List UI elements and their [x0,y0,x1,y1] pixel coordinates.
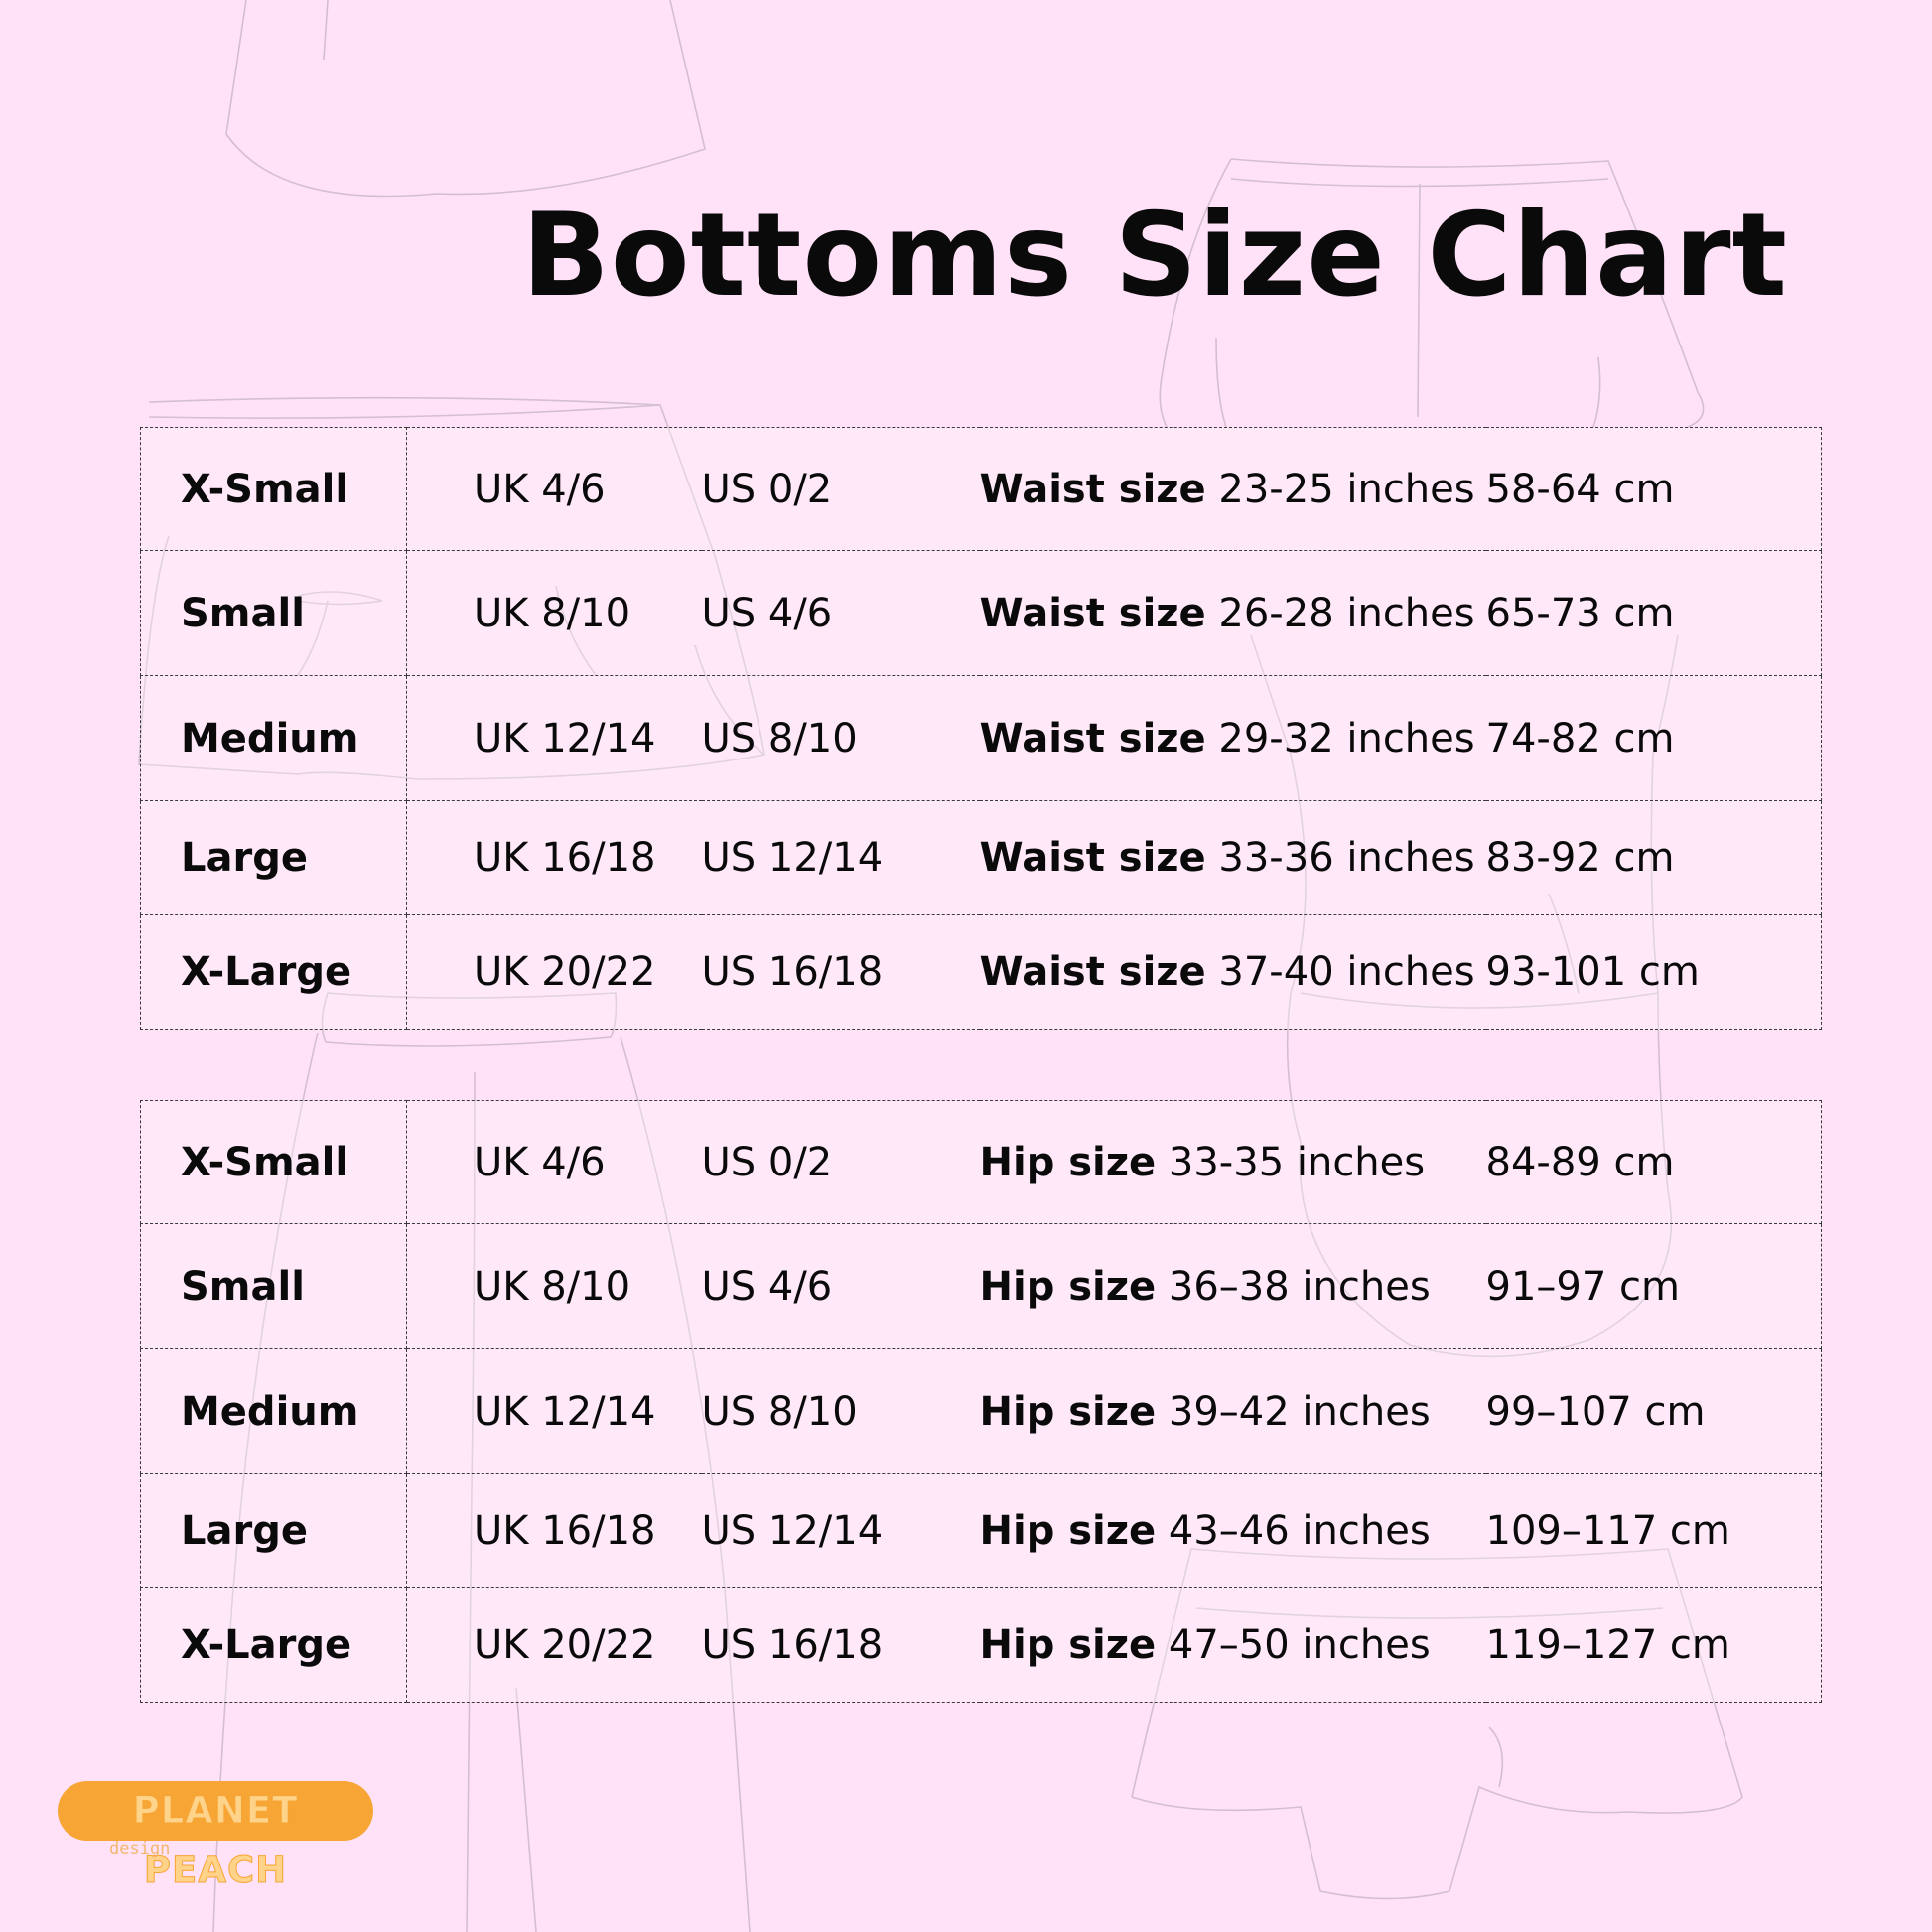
measurement-label: Hip size [979,1263,1157,1310]
table-row: Medium UK 12/14 US 8/10 Waist size 29-32… [140,675,1822,801]
uk-size: UK 12/14 [406,675,702,801]
size-name: Small [140,1223,407,1349]
us-size: US 0/2 [701,427,980,551]
inches-value: 33-36 inches [1218,835,1475,881]
waist-size-table: X-Small UK 4/6 US 0/2 Waist size 23-25 i… [140,427,1822,1030]
logo-wordmark: PLANET PEACH [58,1781,373,1892]
cm-value: 109–117 cm [1485,1473,1822,1588]
table-row: Medium UK 12/14 US 8/10 Hip size 39–42 i… [140,1348,1822,1474]
inches-value: 47–50 inches [1168,1622,1431,1668]
inches-value: 23-25 inches [1218,466,1475,512]
measurement-label: Hip size [979,1388,1157,1435]
table-row: Small UK 8/10 US 4/6 Hip size 36–38 inch… [140,1223,1822,1349]
inches-value: 36–38 inches [1168,1263,1431,1310]
inches-value: 37-40 inches [1218,949,1475,995]
size-name: X-Small [140,1100,407,1224]
size-name: X-Large [140,1587,407,1703]
logo-subtitle: design [109,1839,171,1859]
table-row: X-Large UK 20/22 US 16/18 Waist size 37-… [140,914,1822,1030]
cm-value: 93-101 cm [1485,914,1822,1030]
measurement-label: Waist size [979,949,1206,995]
cm-value: 99–107 cm [1485,1348,1822,1474]
hip-size-table: X-Small UK 4/6 US 0/2 Hip size 33-35 inc… [140,1100,1822,1703]
cm-value: 74-82 cm [1485,675,1822,801]
measurement-label: Hip size [979,1139,1157,1185]
inches-value: 39–42 inches [1168,1388,1431,1435]
measurement-label: Hip size [979,1622,1157,1668]
size-name: Large [140,1473,407,1588]
cm-value: 65-73 cm [1485,550,1822,676]
us-size: US 4/6 [701,1223,980,1349]
us-size: US 16/18 [701,914,980,1030]
inches-value: 29-32 inches [1218,715,1475,761]
cm-value: 84-89 cm [1485,1100,1822,1224]
cm-value: 119–127 cm [1485,1587,1822,1703]
size-name: Medium [140,675,407,801]
measurement-label: Waist size [979,466,1206,512]
table-row: X-Small UK 4/6 US 0/2 Waist size 23-25 i… [140,427,1822,551]
page-title: Bottoms Size Chart [521,189,1788,323]
cm-value: 83-92 cm [1485,800,1822,915]
measurement-cell: Waist size 37-40 inches [979,914,1486,1030]
measurement-label: Waist size [979,590,1206,636]
uk-size: UK 20/22 [406,914,702,1030]
measurement-label: Waist size [979,835,1206,881]
uk-size: UK 8/10 [406,1223,702,1349]
uk-size: UK 16/18 [406,1473,702,1588]
table-row: Large UK 16/18 US 12/14 Waist size 33-36… [140,800,1822,915]
us-size: US 12/14 [701,1473,980,1588]
measurement-label: Hip size [979,1508,1157,1554]
measurement-cell: Hip size 33-35 inches [979,1100,1486,1224]
brand-logo: PLANET PEACH design [58,1781,375,1892]
us-size: US 16/18 [701,1587,980,1703]
size-name: Medium [140,1348,407,1474]
inches-value: 33-35 inches [1168,1139,1426,1185]
us-size: US 8/10 [701,1348,980,1474]
uk-size: UK 12/14 [406,1348,702,1474]
measurement-cell: Hip size 47–50 inches [979,1587,1486,1703]
us-size: US 4/6 [701,550,980,676]
size-name: Large [140,800,407,915]
us-size: US 0/2 [701,1100,980,1224]
size-name: X-Large [140,914,407,1030]
uk-size: UK 4/6 [406,427,702,551]
cm-value: 91–97 cm [1485,1223,1822,1349]
measurement-cell: Waist size 26-28 inches [979,550,1486,676]
cm-value: 58-64 cm [1485,427,1822,551]
table-row: X-Large UK 20/22 US 16/18 Hip size 47–50… [140,1587,1822,1703]
inches-value: 43–46 inches [1168,1508,1431,1554]
measurement-cell: Hip size 39–42 inches [979,1348,1486,1474]
uk-size: UK 16/18 [406,800,702,915]
size-name: X-Small [140,427,407,551]
table-row: Large UK 16/18 US 12/14 Hip size 43–46 i… [140,1473,1822,1588]
uk-size: UK 20/22 [406,1587,702,1703]
measurement-label: Waist size [979,715,1206,761]
us-size: US 8/10 [701,675,980,801]
measurement-cell: Waist size 23-25 inches [979,427,1486,551]
table-row: Small UK 8/10 US 4/6 Waist size 26-28 in… [140,550,1822,676]
measurement-cell: Waist size 33-36 inches [979,800,1486,915]
measurement-cell: Hip size 36–38 inches [979,1223,1486,1349]
size-name: Small [140,550,407,676]
inches-value: 26-28 inches [1218,590,1475,636]
measurement-cell: Hip size 43–46 inches [979,1473,1486,1588]
uk-size: UK 4/6 [406,1100,702,1224]
uk-size: UK 8/10 [406,550,702,676]
measurement-cell: Waist size 29-32 inches [979,675,1486,801]
table-row: X-Small UK 4/6 US 0/2 Hip size 33-35 inc… [140,1100,1822,1224]
us-size: US 12/14 [701,800,980,915]
